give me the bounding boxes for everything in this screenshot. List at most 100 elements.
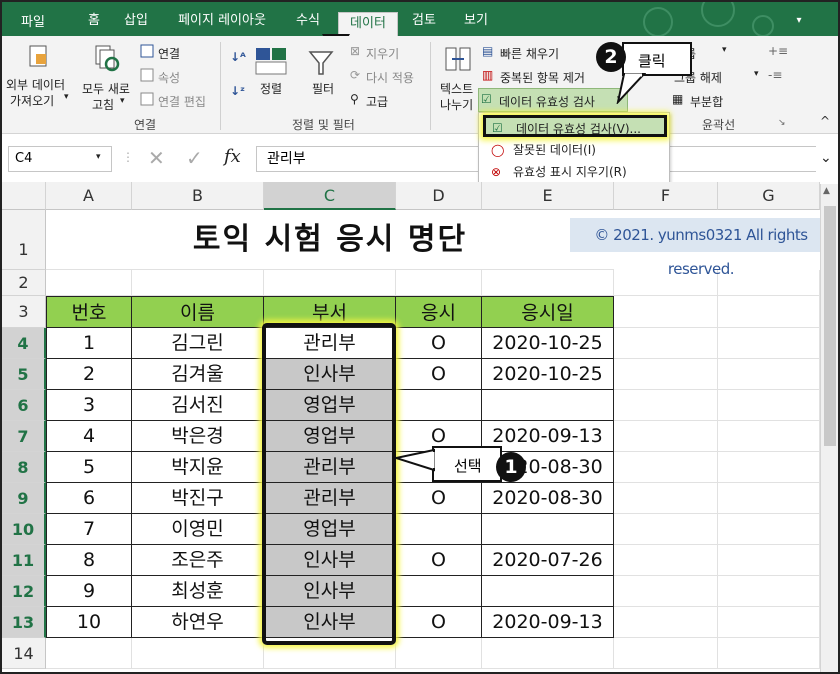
group-dropdown-icon[interactable]: ▾ xyxy=(722,45,727,55)
grid-cell[interactable] xyxy=(718,638,820,669)
table-cell[interactable]: 2020-08-30 xyxy=(482,483,614,514)
flash-fill-button[interactable]: 빠른 채우기 xyxy=(500,45,559,62)
refresh-all-label-1[interactable]: 모두 새로 xyxy=(82,80,130,97)
filter-button[interactable]: 필터 xyxy=(312,80,334,97)
vertical-scrollbar[interactable]: ▲ xyxy=(820,184,838,672)
grid-cell[interactable] xyxy=(614,545,718,576)
table-cell[interactable]: 8 xyxy=(46,545,132,576)
table-header-cell[interactable]: 이름 xyxy=(132,296,264,328)
row-header-2[interactable]: 2 xyxy=(2,270,46,296)
grid-cell[interactable] xyxy=(718,390,820,421)
sheet-title[interactable]: 토익 시험 응시 명단 xyxy=(46,210,614,270)
table-cell[interactable]: O xyxy=(396,328,482,359)
grid-cell[interactable] xyxy=(614,576,718,607)
column-header-c[interactable]: C xyxy=(264,182,396,210)
grid-cell[interactable] xyxy=(718,483,820,514)
table-cell[interactable]: O xyxy=(396,483,482,514)
grid-cell[interactable] xyxy=(264,270,396,296)
table-cell[interactable]: 1 xyxy=(46,328,132,359)
refresh-all-label-2[interactable]: 고침 xyxy=(92,96,114,113)
clear-button[interactable]: 지우기 xyxy=(366,45,399,62)
grid-cell[interactable] xyxy=(482,270,614,296)
table-cell[interactable]: 10 xyxy=(46,607,132,638)
table-cell[interactable]: 2020-09-13 xyxy=(482,607,614,638)
remove-duplicates-button[interactable]: 중복된 항목 제거 xyxy=(500,69,585,86)
table-cell[interactable]: 김겨울 xyxy=(132,359,264,390)
grid-cell[interactable] xyxy=(46,638,132,669)
reapply-button[interactable]: 다시 적용 xyxy=(366,69,414,86)
tab-page-layout[interactable]: 페이지 레이아웃 xyxy=(164,10,280,36)
subtotal-button[interactable]: 부분합 xyxy=(690,93,723,110)
row-header-13[interactable]: 13 xyxy=(2,607,46,638)
tab-view[interactable]: 보기 xyxy=(454,10,498,36)
tab-home[interactable]: 홈 xyxy=(74,10,114,36)
table-cell[interactable]: O xyxy=(396,607,482,638)
get-data-label-1[interactable]: 외부 데이터 xyxy=(6,76,65,93)
row-header-9[interactable]: 9 xyxy=(2,483,46,514)
sort-button[interactable]: 정렬 xyxy=(260,80,282,97)
table-cell[interactable]: 2020-10-25 xyxy=(482,328,614,359)
grid-cell[interactable] xyxy=(718,296,820,328)
table-cell[interactable]: 6 xyxy=(46,483,132,514)
grid-cell[interactable] xyxy=(614,607,718,638)
table-cell[interactable]: 7 xyxy=(46,514,132,545)
column-header-g[interactable]: G xyxy=(718,182,820,210)
column-header-a[interactable]: A xyxy=(46,182,132,210)
select-all-corner[interactable] xyxy=(2,182,46,210)
table-cell[interactable]: 김서진 xyxy=(132,390,264,421)
sort-za-icon[interactable]: ↓ᶻ xyxy=(230,84,245,98)
table-cell[interactable]: 최성훈 xyxy=(132,576,264,607)
grid-cell[interactable] xyxy=(614,638,718,669)
grid-cell[interactable] xyxy=(482,638,614,669)
hide-detail-icon[interactable]: -≡ xyxy=(768,68,782,82)
table-cell[interactable] xyxy=(482,576,614,607)
table-cell[interactable]: O xyxy=(396,545,482,576)
get-data-label-2[interactable]: 가져오기 xyxy=(10,92,54,109)
enter-icon[interactable]: ✓ xyxy=(186,146,203,170)
grid-cell[interactable] xyxy=(46,270,132,296)
collapse-ribbon-icon[interactable]: ^ xyxy=(820,114,830,128)
menu-item-circle-invalid[interactable]: ◯ 잘못된 데이터(I) xyxy=(483,139,667,161)
grid-cell[interactable] xyxy=(396,270,482,296)
row-header-5[interactable]: 5 xyxy=(2,359,46,390)
text-to-columns-label-1[interactable]: 텍스트 xyxy=(440,80,473,97)
grid-cell[interactable] xyxy=(614,483,718,514)
column-header-f[interactable]: F xyxy=(614,182,718,210)
grid-cell[interactable] xyxy=(718,607,820,638)
table-cell[interactable]: 9 xyxy=(46,576,132,607)
tab-file[interactable]: 파일 xyxy=(2,12,64,38)
grid-cell[interactable] xyxy=(614,514,718,545)
menu-item-data-validation[interactable]: ☑ 데이터 유효성 검사(V)... xyxy=(483,115,667,137)
grid-cell[interactable] xyxy=(614,359,718,390)
grid-cell[interactable] xyxy=(614,452,718,483)
table-cell[interactable]: 2020-10-25 xyxy=(482,359,614,390)
grid-cell[interactable] xyxy=(718,328,820,359)
expand-formula-bar-icon[interactable]: ⌄ xyxy=(820,150,832,166)
table-cell[interactable]: 이영민 xyxy=(132,514,264,545)
tab-insert[interactable]: 삽입 xyxy=(114,10,158,36)
sort-az-icon[interactable]: ↓ᴬ xyxy=(230,50,246,64)
grid-cell[interactable] xyxy=(718,359,820,390)
ribbon-options-icon[interactable]: ▾ xyxy=(792,10,806,36)
worksheet-grid[interactable]: A B C D E F G 1 2 3 4 5 6 7 8 9 10 11 12 13 14 토익 시험 응시 명단 번호 이… xyxy=(2,182,838,672)
table-cell[interactable]: 5 xyxy=(46,452,132,483)
menu-item-clear-circles[interactable]: ⊗ 유효성 표시 지우기(R) xyxy=(483,161,667,183)
column-header-e[interactable]: E xyxy=(482,182,614,210)
scroll-thumb[interactable] xyxy=(824,206,836,446)
row-header-4[interactable]: 4 xyxy=(2,328,46,359)
get-data-dropdown-icon[interactable]: ▾ xyxy=(64,92,69,102)
table-cell[interactable] xyxy=(396,576,482,607)
grid-cell[interactable] xyxy=(718,545,820,576)
grid-cell[interactable] xyxy=(614,421,718,452)
table-cell[interactable]: 김그린 xyxy=(132,328,264,359)
column-header-b[interactable]: B xyxy=(132,182,264,210)
row-header-11[interactable]: 11 xyxy=(2,545,46,576)
row-header-8[interactable]: 8 xyxy=(2,452,46,483)
table-cell[interactable]: 박은경 xyxy=(132,421,264,452)
scroll-up-icon[interactable]: ▲ xyxy=(823,186,830,196)
row-header-3[interactable]: 3 xyxy=(2,296,46,328)
show-detail-icon[interactable]: +≡ xyxy=(768,44,788,58)
grid-cell[interactable] xyxy=(718,452,820,483)
table-cell[interactable] xyxy=(482,390,614,421)
grid-cell[interactable] xyxy=(614,328,718,359)
